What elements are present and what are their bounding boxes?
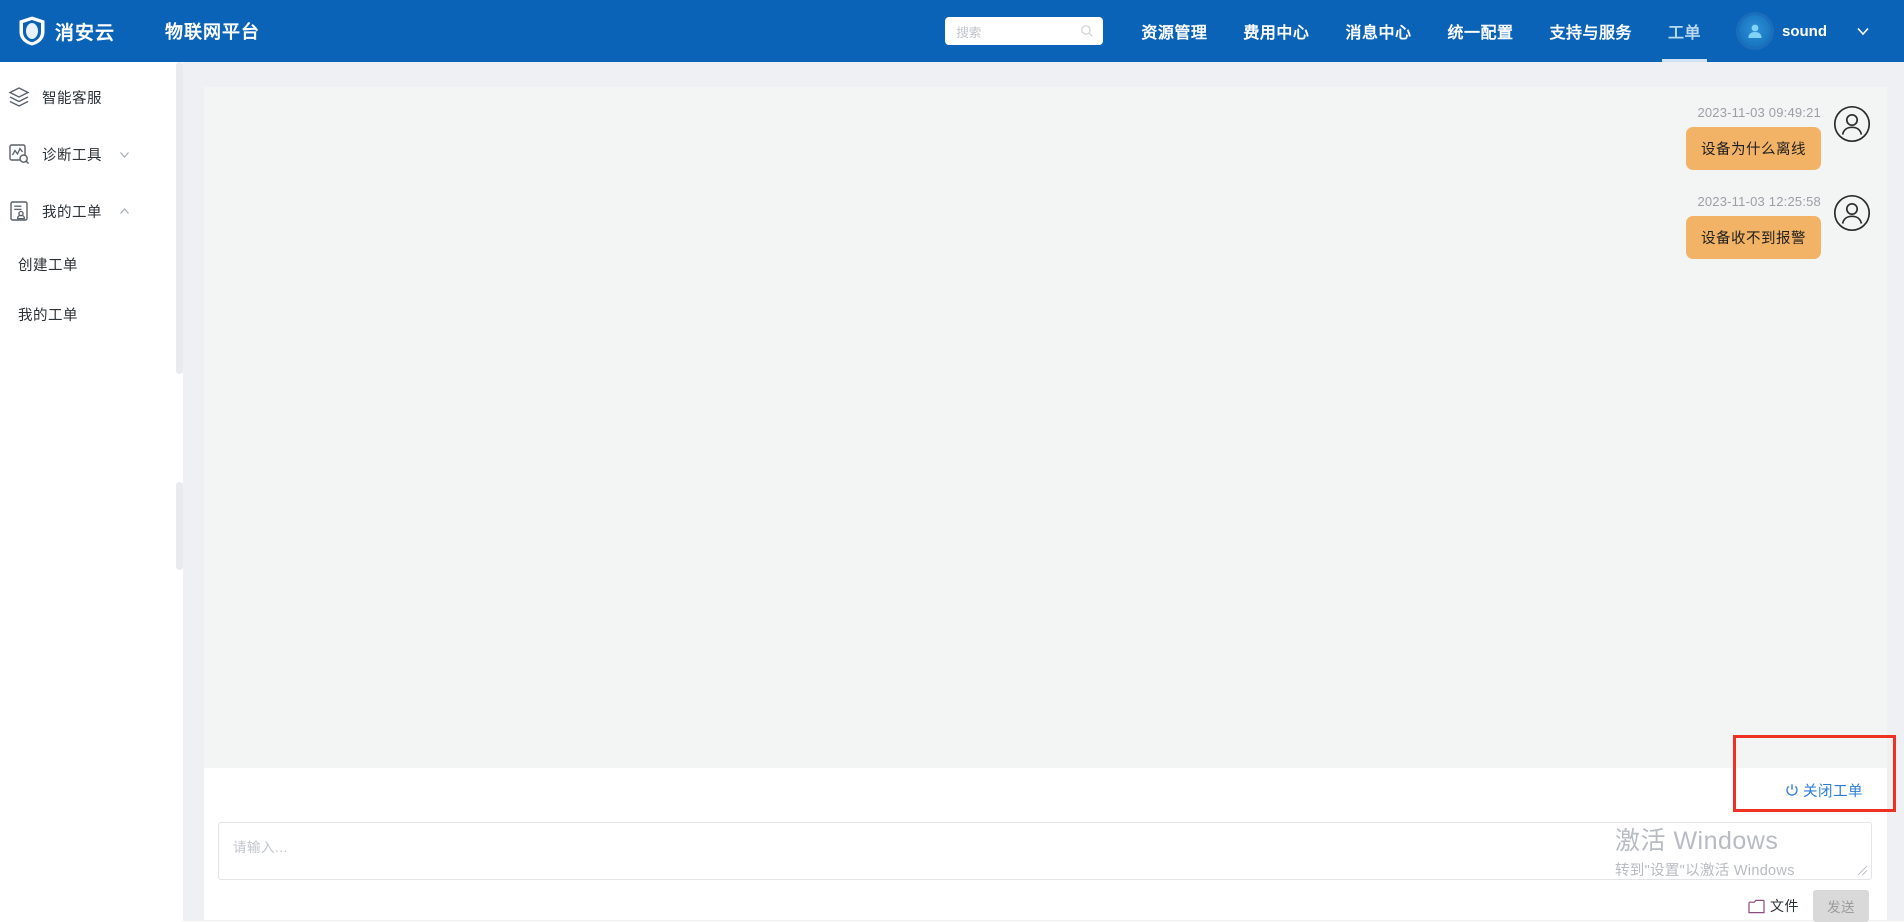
chat-message-body: 2023-11-03 09:49:21 设备为什么离线 <box>1686 105 1821 170</box>
nav-label: 工单 <box>1667 25 1701 42</box>
nav-right-group: 搜索 资源管理 费用中心 消息中心 统一配置 支持与服务 工单 sound <box>945 0 1904 62</box>
user-avatar-icon <box>1748 24 1762 38</box>
sidebar-item-my-tickets[interactable]: 我的工单 <box>0 183 183 239</box>
sidebar-item-label: 智能客服 <box>42 90 102 107</box>
nav-item-unified-config[interactable]: 统一配置 <box>1429 0 1531 62</box>
sidebar-item-create-ticket[interactable]: 创建工单 <box>0 239 183 289</box>
page-background: 2023-11-03 09:49:21 设备为什么离线 2023-11-03 1… <box>183 62 1904 922</box>
nav-label: 资源管理 <box>1141 25 1208 42</box>
power-icon <box>1786 784 1798 796</box>
sidebar-subitem-label: 创建工单 <box>18 257 78 274</box>
ticket-conversation-card: 2023-11-03 09:49:21 设备为什么离线 2023-11-03 1… <box>204 87 1887 922</box>
close-ticket-label: 关闭工单 <box>1803 783 1863 800</box>
message-input-placeholder: 请输入... <box>233 840 288 855</box>
search-placeholder: 搜索 <box>956 25 982 40</box>
attach-file-button[interactable]: 文件 <box>1748 896 1799 916</box>
close-ticket-button[interactable]: 关闭工单 <box>1785 780 1863 801</box>
nav-label: 费用中心 <box>1243 25 1310 42</box>
user-circle-icon <box>1833 194 1871 232</box>
chat-message-area[interactable]: 2023-11-03 09:49:21 设备为什么离线 2023-11-03 1… <box>204 87 1887 768</box>
sidebar-item-diagnostic-tools[interactable]: 诊断工具 <box>0 126 183 182</box>
user-name: sound <box>1782 22 1827 40</box>
message-composer: 请输入... 文件 发送 <box>204 812 1887 922</box>
nav-item-message-center[interactable]: 消息中心 <box>1327 0 1429 62</box>
chat-message: 2023-11-03 12:25:58 设备收不到报警 <box>204 194 1887 259</box>
sidebar-item-smart-service[interactable]: 智能客服 <box>0 69 183 125</box>
chevron-down-icon[interactable] <box>118 148 131 161</box>
chart-search-icon <box>9 144 30 165</box>
chevron-up-icon[interactable] <box>118 205 131 218</box>
nav-label: 统一配置 <box>1447 25 1514 42</box>
send-button[interactable]: 发送 <box>1813 890 1869 922</box>
brand-name: 消安云 <box>55 22 116 44</box>
chat-message-body: 2023-11-03 12:25:58 设备收不到报警 <box>1686 194 1821 259</box>
ticket-action-bar: 关闭工单 <box>204 768 1887 812</box>
chat-message: 2023-11-03 09:49:21 设备为什么离线 <box>204 105 1887 170</box>
folder-icon <box>1748 899 1765 913</box>
nav-item-support-service[interactable]: 支持与服务 <box>1531 0 1650 62</box>
nav-label: 支持与服务 <box>1549 25 1632 42</box>
shield-icon <box>19 16 45 46</box>
search-icon[interactable] <box>1080 24 1094 38</box>
chat-message-bubble: 设备收不到报警 <box>1686 216 1821 259</box>
avatar <box>1739 15 1771 47</box>
message-input[interactable]: 请输入... <box>218 822 1872 880</box>
chat-message-timestamp: 2023-11-03 12:25:58 <box>1697 194 1821 209</box>
user-circle-icon <box>1833 105 1871 143</box>
nav-item-billing-center[interactable]: 费用中心 <box>1225 0 1327 62</box>
sidebar-item-label: 诊断工具 <box>42 147 102 164</box>
platform-title: 物联网平台 <box>165 22 261 42</box>
user-menu[interactable]: sound <box>1719 0 1904 62</box>
sidebar: 智能客服 诊断工具 我的工单 创建工单 我的工单 <box>0 62 183 921</box>
sidebar-item-my-ticket-list[interactable]: 我的工单 <box>0 289 183 339</box>
document-person-icon <box>10 201 28 221</box>
composer-buttons: 文件 发送 <box>1748 890 1869 922</box>
attach-file-label: 文件 <box>1770 898 1799 914</box>
chevron-down-icon[interactable] <box>1854 22 1872 40</box>
search-input[interactable]: 搜索 <box>945 17 1104 45</box>
nav-item-resource-management[interactable]: 资源管理 <box>1123 0 1225 62</box>
sidebar-scrollbar-thumb[interactable] <box>176 62 183 374</box>
sidebar-item-label: 我的工单 <box>42 204 102 221</box>
sidebar-scrollbar-thumb-lower[interactable] <box>176 482 183 570</box>
brand-logo[interactable]: 消安云 <box>18 0 115 62</box>
nav-label: 消息中心 <box>1345 25 1412 42</box>
layers-icon <box>8 87 30 107</box>
resize-grip-icon[interactable] <box>1857 865 1868 876</box>
top-navigation-bar: 消安云 物联网平台 搜索 资源管理 费用中心 消息中心 统一配置 支持与服务 工… <box>0 0 1904 62</box>
sidebar-subitem-label: 我的工单 <box>18 307 78 324</box>
chat-message-timestamp: 2023-11-03 09:49:21 <box>1697 105 1821 120</box>
sidebar-scrollbar-track[interactable] <box>176 62 183 921</box>
chat-message-bubble: 设备为什么离线 <box>1686 127 1821 170</box>
nav-item-tickets[interactable]: 工单 <box>1650 0 1719 62</box>
